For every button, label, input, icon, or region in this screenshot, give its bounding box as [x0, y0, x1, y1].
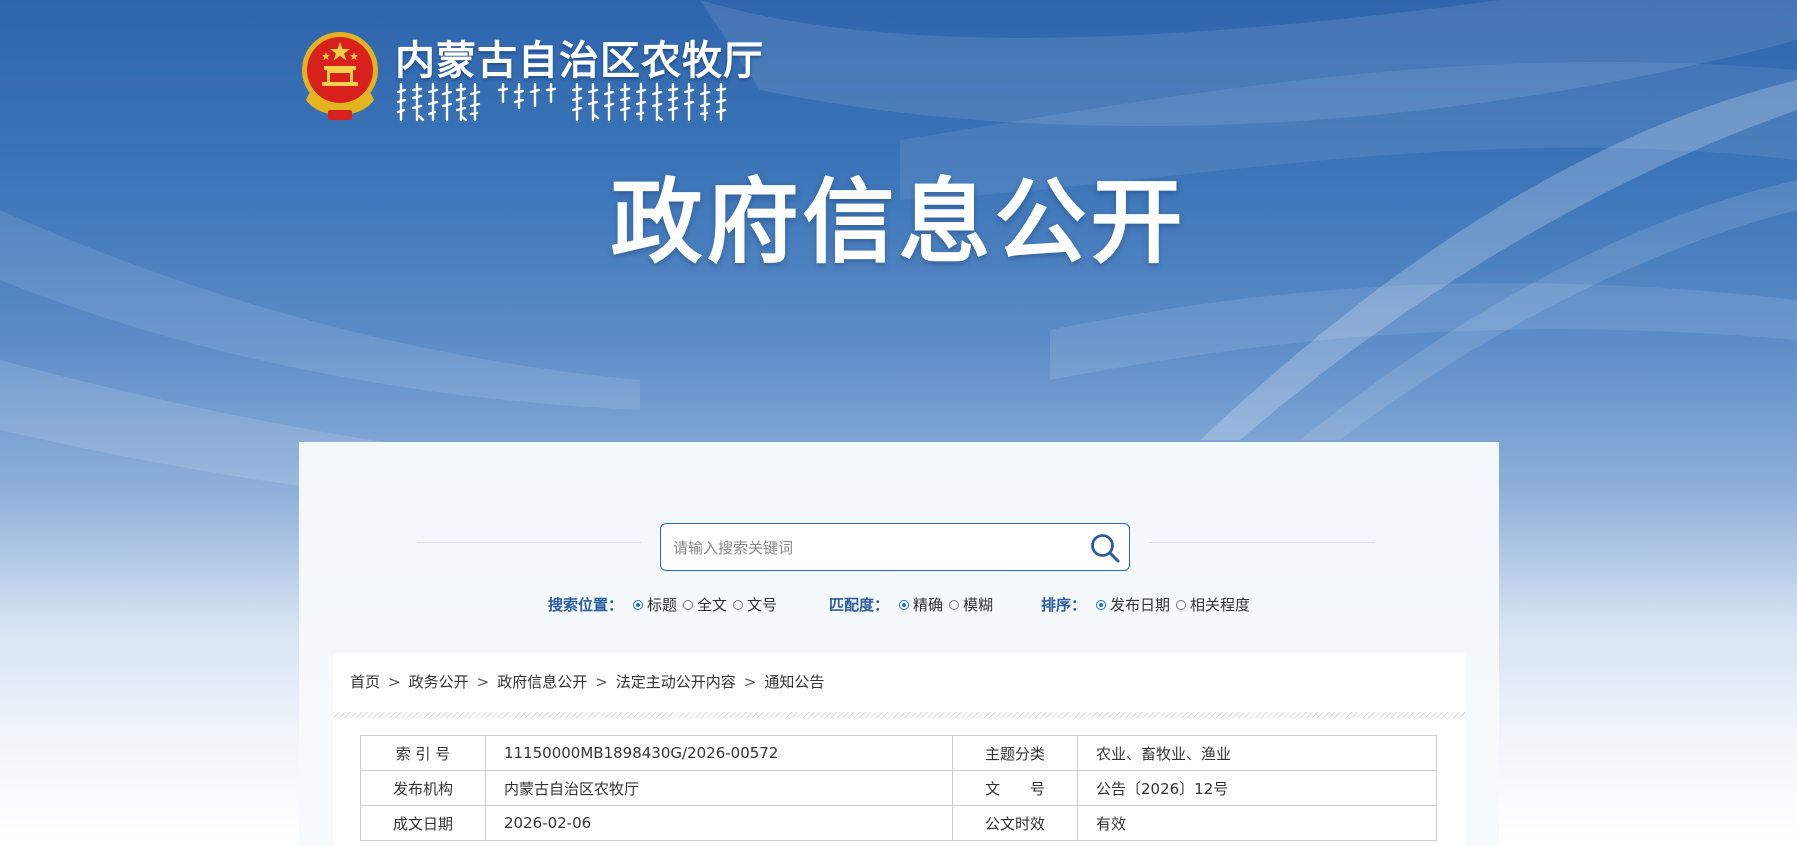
search-position-group: 搜索位置： 标题 全文 文号 [548, 594, 779, 615]
search-position-label: 搜索位置： [548, 596, 624, 614]
radio-position-docno[interactable] [733, 599, 744, 610]
meta-key-topic: 主题分类 [952, 735, 1078, 771]
meta-key-doc-number: 文 号 [952, 770, 1078, 806]
option-position-fulltext[interactable]: 全文 [697, 594, 727, 615]
document-detail-card: 首页 > 政务公开 > 政府信息公开 > 法定主动公开内容 > 通知公告 索 引 号 11150… [333, 653, 1466, 846]
search-input[interactable] [671, 524, 1075, 572]
table-row: 成文日期 2026-02-06 公文时效 有效 [360, 805, 1437, 841]
meta-value-written-date: 2026-02-06 [485, 805, 953, 841]
search-icon[interactable] [1089, 532, 1121, 564]
meta-value-doc-number: 公告〔2026〕12号 [1077, 770, 1437, 806]
search-options: 搜索位置： 标题 全文 文号 匹配度： 精确 模糊 排序： 发布日期 相关程度 [299, 594, 1499, 618]
meta-key-index-number: 索 引 号 [360, 735, 486, 771]
radio-match-fuzzy[interactable] [949, 599, 960, 610]
search-divider-left [417, 542, 641, 543]
breadcrumb-notices[interactable]: 通知公告 [764, 673, 824, 691]
radio-sort-date[interactable] [1096, 599, 1107, 610]
meta-value-topic: 农业、畜牧业、渔业 [1077, 735, 1437, 771]
option-sort-relevance[interactable]: 相关程度 [1190, 594, 1250, 615]
option-match-fuzzy[interactable]: 模糊 [963, 594, 993, 615]
page-heading: 政府信息公开 [610, 169, 1187, 276]
option-sort-date[interactable]: 发布日期 [1110, 594, 1170, 615]
breadcrumb-separator: > [595, 673, 608, 691]
site-title-mongolian-script [396, 82, 727, 122]
breadcrumb-separator: > [743, 673, 757, 691]
document-meta-table: 索 引 号 11150000MB1898430G/2026-00572 主题分类… [360, 735, 1437, 841]
match-label: 匹配度： [829, 596, 890, 614]
breadcrumb-separator: > [388, 673, 401, 691]
option-position-docno[interactable]: 文号 [747, 594, 777, 615]
meta-value-publisher: 内蒙古自治区农牧厅 [485, 770, 953, 806]
breadcrumb: 首页 > 政务公开 > 政府信息公开 > 法定主动公开内容 > 通知公告 [350, 671, 824, 692]
search-box [660, 523, 1130, 572]
search-divider-right [1149, 542, 1375, 543]
radio-position-title[interactable] [633, 599, 644, 610]
content-panel: 搜索位置： 标题 全文 文号 匹配度： 精确 模糊 排序： 发布日期 相关程度 … [299, 442, 1499, 846]
meta-key-validity: 公文时效 [952, 805, 1078, 841]
meta-value-validity: 有效 [1077, 805, 1437, 841]
meta-key-publisher: 发布机构 [360, 770, 486, 806]
radio-match-exact[interactable] [899, 599, 910, 610]
breadcrumb-government-affairs[interactable]: 政务公开 [409, 673, 469, 691]
meta-key-written-date: 成文日期 [360, 805, 486, 841]
radio-sort-relevance[interactable] [1176, 599, 1187, 610]
divider-stripe [333, 712, 1466, 718]
sort-label: 排序： [1041, 596, 1087, 614]
radio-position-fulltext[interactable] [683, 599, 694, 610]
match-group: 匹配度： 精确 模糊 [829, 594, 995, 615]
breadcrumb-separator: > [476, 673, 490, 691]
sort-group: 排序： 发布日期 相关程度 [1041, 594, 1252, 615]
table-row: 发布机构 内蒙古自治区农牧厅 文 号 公告〔2026〕12号 [360, 770, 1437, 806]
site-title: 内蒙古自治区农牧厅 [395, 37, 764, 84]
meta-value-index-number: 11150000MB1898430G/2026-00572 [485, 735, 953, 771]
breadcrumb-info-disclosure[interactable]: 政府信息公开 [497, 673, 587, 691]
breadcrumb-home[interactable]: 首页 [350, 673, 380, 691]
national-emblem-logo [302, 32, 378, 120]
option-match-exact[interactable]: 精确 [913, 594, 943, 615]
breadcrumb-statutory-content[interactable]: 法定主动公开内容 [616, 673, 736, 691]
table-row: 索 引 号 11150000MB1898430G/2026-00572 主题分类… [360, 735, 1437, 771]
option-position-title[interactable]: 标题 [647, 594, 677, 615]
